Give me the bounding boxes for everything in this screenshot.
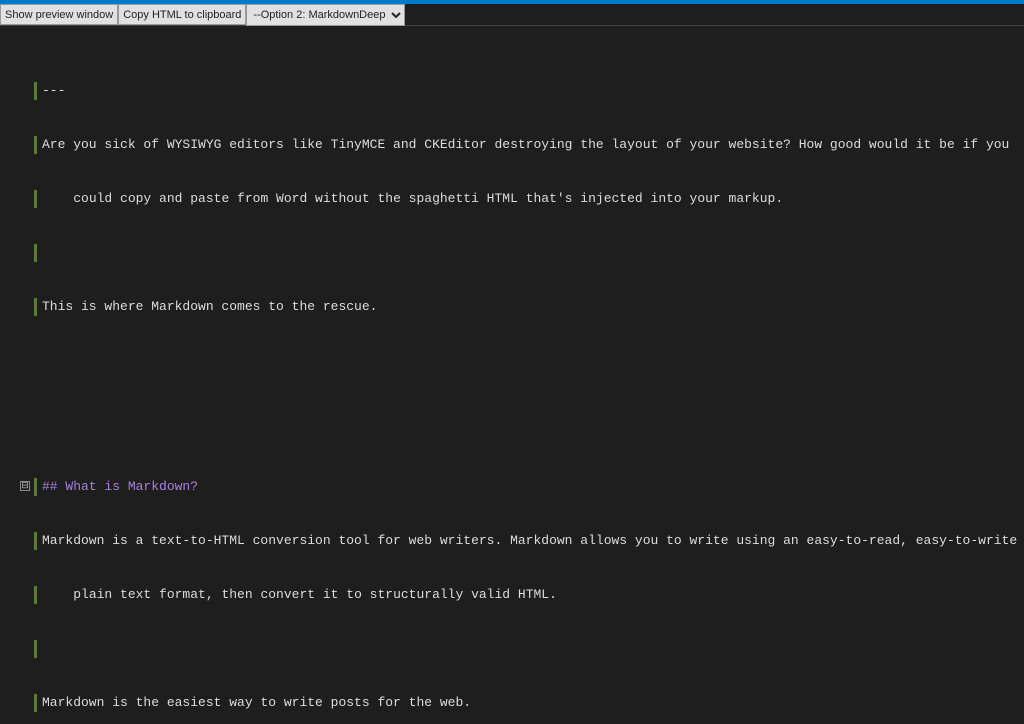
markdown-heading: ## What is Markdown? — [42, 479, 198, 494]
editor-gutter — [0, 26, 28, 724]
text: Are you sick of WYSIWYG editors like Tin… — [42, 137, 1017, 152]
editor: --- Are you sick of WYSIWYG editors like… — [0, 26, 1024, 724]
text: plain text format, then convert it to st… — [73, 587, 557, 602]
text: could copy and paste from Word without t… — [73, 191, 783, 206]
copy-html-button[interactable]: Copy HTML to clipboard — [118, 4, 246, 25]
text: This is where Markdown comes to the resc… — [42, 299, 377, 314]
text — [42, 587, 73, 602]
fold-toggle[interactable]: ⊟ — [20, 481, 30, 491]
show-preview-button[interactable]: Show preview window — [0, 4, 118, 25]
text — [42, 191, 73, 206]
text: --- — [42, 83, 65, 98]
text: Markdown is a text-to-HTML conversion to… — [42, 533, 1024, 548]
text: Markdown is the easiest way to write pos… — [42, 695, 471, 710]
toolbar: Show preview window Copy HTML to clipboa… — [0, 4, 1024, 26]
section-select[interactable]: --Option 2: MarkdownDeep — [246, 4, 405, 26]
code-area[interactable]: --- Are you sick of WYSIWYG editors like… — [28, 26, 1024, 724]
